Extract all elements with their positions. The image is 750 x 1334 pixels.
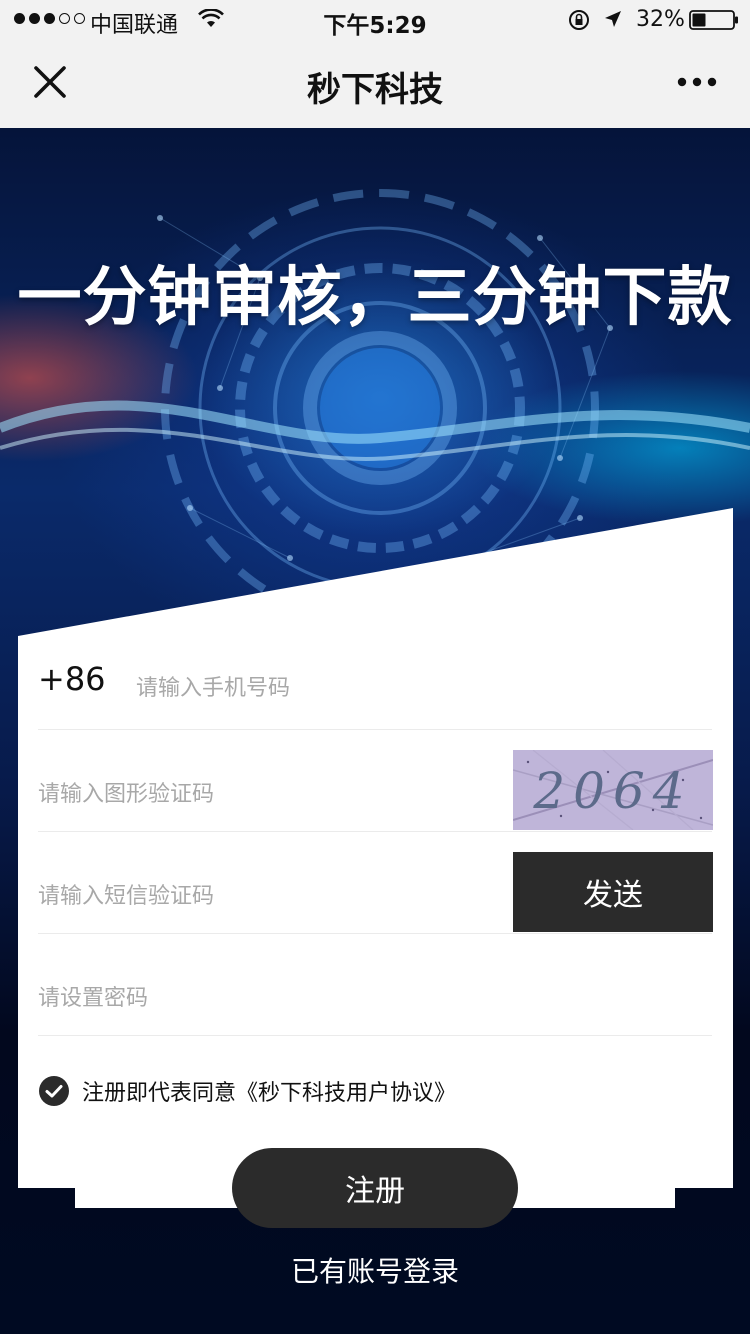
login-link[interactable]: 已有账号登录	[0, 1250, 750, 1290]
nav-bar: 秒下科技	[0, 40, 750, 128]
sms-row: 发送	[38, 832, 713, 934]
battery-icon	[689, 10, 738, 30]
orientation-lock-icon	[569, 10, 589, 30]
more-dots-icon[interactable]	[672, 70, 722, 94]
captcha-row: 2064	[38, 730, 713, 832]
captcha-input[interactable]	[38, 774, 458, 814]
hero-banner: 一分钟审核，三分钟下款 +86 2064 发送	[0, 128, 750, 1334]
country-code[interactable]: +86	[38, 660, 106, 698]
status-bar: 中国联通 下午5:29 32%	[0, 0, 750, 40]
page-title: 秒下科技	[307, 70, 443, 110]
password-input[interactable]	[38, 978, 458, 1018]
location-arrow-icon	[605, 11, 621, 27]
agreement-row: 注册即代表同意《秒下科技用户协议》	[38, 1074, 456, 1108]
captcha-image[interactable]: 2064	[513, 750, 713, 830]
agreement-checkbox[interactable]	[38, 1075, 70, 1107]
send-code-button[interactable]: 发送	[513, 852, 713, 932]
phone-row: +86	[38, 648, 712, 730]
phone-input[interactable]	[136, 668, 496, 708]
sms-code-input[interactable]	[38, 876, 458, 916]
captcha-text: 2064	[532, 762, 692, 820]
agreement-text[interactable]: 注册即代表同意《秒下科技用户协议》	[82, 1075, 456, 1107]
battery-percent: 32%	[636, 7, 685, 32]
register-button[interactable]: 注册	[232, 1148, 518, 1228]
password-row	[38, 934, 712, 1036]
